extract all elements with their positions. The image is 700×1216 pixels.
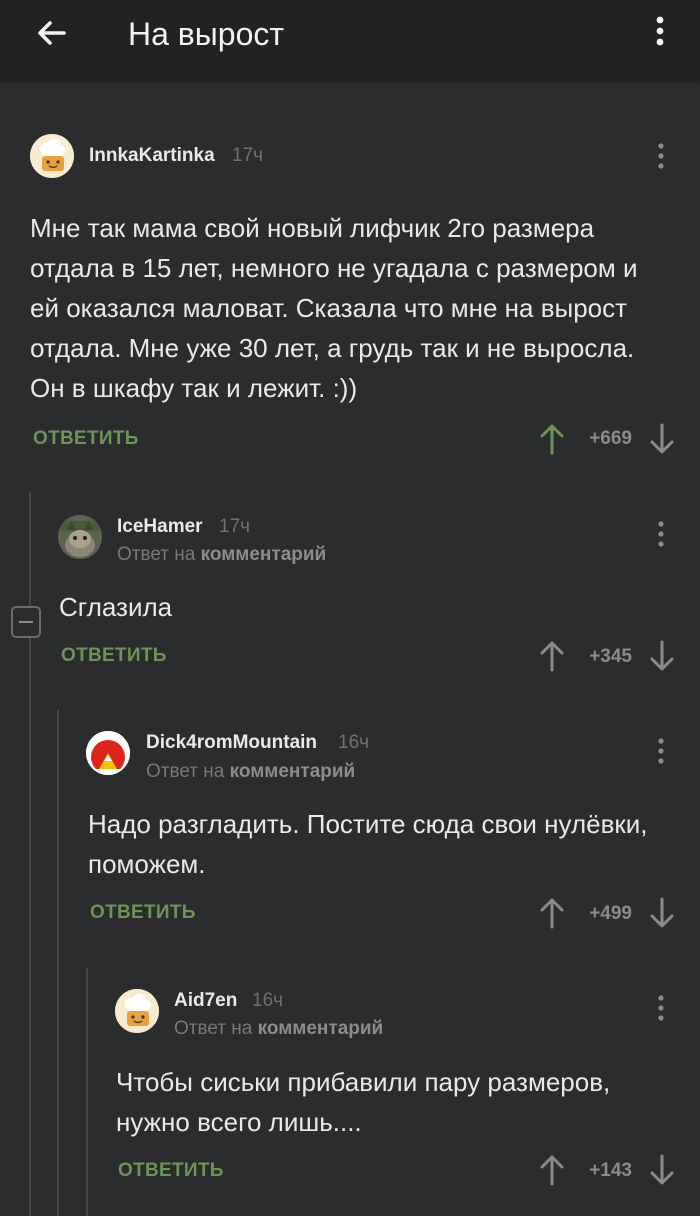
thread-line-level-1 — [29, 492, 31, 1216]
comment-score: +143 — [589, 1160, 632, 1181]
more-vertical-icon — [658, 738, 664, 764]
comment-score: +499 — [589, 903, 632, 924]
comment-score: +669 — [589, 428, 632, 449]
comment-menu-button[interactable] — [656, 736, 666, 766]
mountain-avatar-icon — [86, 731, 130, 775]
upvote-button[interactable] — [539, 1154, 565, 1186]
reply-to-label: Ответ на комментарий — [146, 761, 356, 782]
avatar[interactable] — [58, 515, 102, 559]
comment-score: +345 — [589, 646, 632, 667]
reply-to-link[interactable]: комментарий — [201, 544, 327, 565]
chef-avatar-icon — [115, 989, 159, 1033]
reply-to-label: Ответ на комментарий — [174, 1018, 384, 1039]
chef-avatar-icon — [30, 134, 74, 178]
upvote-button[interactable] — [539, 897, 565, 929]
avatar[interactable] — [30, 134, 74, 178]
comment-menu-button[interactable] — [656, 993, 666, 1023]
reply-button[interactable]: ОТВЕТИТЬ — [33, 428, 139, 450]
reply-button[interactable]: ОТВЕТИТЬ — [118, 1160, 224, 1182]
downvote-button[interactable] — [649, 1154, 675, 1186]
arrow-up-icon — [540, 898, 564, 929]
comment-username[interactable]: Aid7en — [174, 990, 237, 1012]
upvote-button[interactable] — [539, 640, 565, 672]
overflow-menu-button[interactable] — [648, 14, 672, 50]
arrow-down-icon — [650, 640, 674, 671]
reply-button[interactable]: ОТВЕТИТЬ — [61, 645, 167, 667]
comment-menu-button[interactable] — [656, 141, 666, 171]
arrow-up-icon — [540, 1155, 564, 1186]
reply-to-link[interactable]: комментарий — [258, 1018, 384, 1039]
comment-time: 17ч — [232, 145, 264, 166]
collapse-thread-button[interactable] — [11, 606, 41, 638]
arrow-left-icon — [38, 21, 66, 45]
arrow-down-icon — [650, 1154, 674, 1185]
comment-username[interactable]: IceHamer — [117, 516, 203, 538]
comment-username[interactable]: Dick4romMountain — [146, 732, 317, 754]
downvote-button[interactable] — [649, 423, 675, 455]
more-vertical-icon — [658, 995, 664, 1021]
avatar[interactable] — [86, 731, 130, 775]
back-button[interactable] — [30, 14, 72, 56]
more-vertical-icon — [658, 143, 664, 169]
downvote-button[interactable] — [649, 640, 675, 672]
thread-line-level-2 — [57, 710, 59, 1216]
app-header: На вырост — [0, 0, 700, 80]
upvote-button[interactable] — [539, 423, 565, 455]
comment-time: 17ч — [219, 516, 251, 537]
thread-line-level-3 — [86, 968, 88, 1216]
comment-text: Сглазила — [59, 592, 173, 622]
avatar[interactable] — [115, 989, 159, 1033]
comment-time: 16ч — [338, 732, 370, 753]
cat-avatar-icon — [58, 515, 102, 559]
more-vertical-icon — [656, 16, 664, 46]
comment-text: Надо разгладить. Постите сюда свои нулёв… — [88, 809, 648, 879]
downvote-button[interactable] — [649, 897, 675, 929]
comment-username[interactable]: InnkaKartinka — [89, 145, 215, 167]
arrow-down-icon — [650, 897, 674, 928]
arrow-down-icon — [650, 423, 674, 454]
reply-button[interactable]: ОТВЕТИТЬ — [90, 902, 196, 924]
comment-text: Чтобы сиськи прибавили пару размеров, ну… — [116, 1067, 611, 1137]
comment-menu-button[interactable] — [656, 519, 666, 549]
more-vertical-icon — [658, 521, 664, 547]
reply-to-label: Ответ на комментарий — [117, 544, 327, 565]
comment-text: Мне так мама свой новый лифчик 2го разме… — [30, 213, 638, 403]
arrow-up-icon — [540, 424, 564, 455]
page-title: На вырост — [128, 16, 285, 52]
reply-to-link[interactable]: комментарий — [230, 761, 356, 782]
arrow-up-icon — [540, 641, 564, 672]
comment-time: 16ч — [252, 990, 284, 1011]
